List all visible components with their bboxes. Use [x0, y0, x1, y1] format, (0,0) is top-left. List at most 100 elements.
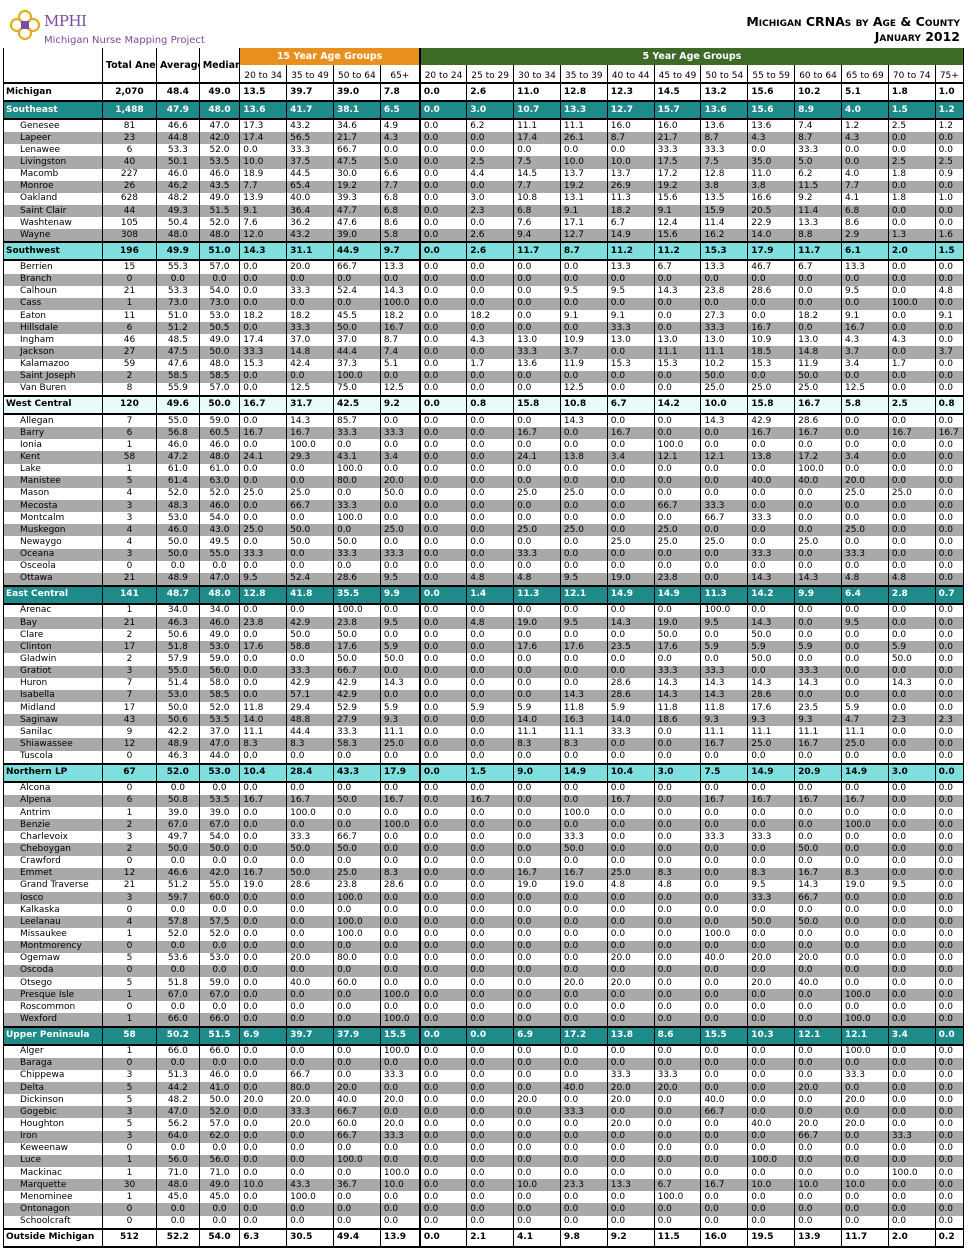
table-cell: 30.0: [332, 168, 381, 181]
county-row: Baraga 0 0.0 0.0 0.0 0.0 0.0 0.0 0.0 0.0 0.0 0.0 0.0…: [3, 1057, 965, 1070]
table-cell: 0.0: [466, 382, 515, 396]
table-cell: 3: [101, 1069, 158, 1082]
table-cell: 0.0: [747, 1044, 796, 1058]
table-cell: 50.0: [700, 370, 749, 383]
table-cell: 48.0: [198, 100, 241, 120]
table-cell: 1: [101, 989, 158, 1002]
table-cell: 19.5: [747, 1227, 796, 1248]
table-cell: 0.0: [418, 475, 468, 488]
table-cell: 0.0: [418, 394, 468, 415]
table-cell: 0: [101, 1057, 158, 1070]
table-cell: 0.0: [286, 463, 334, 476]
table-cell: 57.1: [286, 689, 334, 703]
table-cell: 0.0: [840, 940, 889, 953]
county-row: Clinton 17 51.8 53.0 17.6 58.8 17.6 5.9 0.0 0.0 17…: [3, 641, 965, 654]
table-cell: 0.0: [559, 273, 608, 286]
table-cell: 45.0: [156, 1191, 200, 1204]
table-cell: 51.0: [198, 241, 241, 262]
table-cell: 0.0: [332, 940, 381, 953]
table-cell: 13.3: [559, 100, 608, 120]
table-cell: 57.8: [156, 916, 200, 929]
table-cell: 0.0: [466, 1057, 515, 1070]
table-cell: 0.0: [747, 665, 796, 678]
table-cell: 0.0: [466, 1118, 515, 1131]
table-cell: 20.0: [794, 1081, 842, 1095]
table-cell: 0.0: [700, 940, 749, 953]
table-cell: 0.0: [418, 807, 468, 820]
table-cell: 0.0: [418, 603, 468, 618]
table-cell: 4.3: [747, 132, 796, 145]
table-cell: 9.1: [559, 309, 608, 323]
table-cell: 33.3: [239, 548, 288, 561]
table-cell: 0.0: [239, 904, 288, 917]
table-cell: 0.0: [840, 439, 889, 452]
table-cell: 12.1: [700, 451, 749, 464]
crna-age-table: Total Anesthetists Average Age Median Ag…: [3, 48, 965, 1248]
table-cell: 512: [101, 1227, 158, 1248]
table-cell: 53.3: [156, 144, 200, 157]
table-cell: 0.0: [747, 1142, 796, 1155]
table-cell: 0.0: [418, 322, 468, 335]
table-cell: 34.6: [332, 119, 381, 133]
county-row: Lenawee 6 53.3 52.0 0.0 33.3 66.7 0.0 0.0 0.0 0.0 0…: [3, 144, 965, 157]
table-cell: 0.0: [513, 807, 561, 820]
table-cell: 52.0: [198, 217, 241, 230]
table-cell: 49.3: [156, 204, 200, 218]
table-cell: 9.5: [700, 617, 749, 630]
table-cell: 0.0: [653, 560, 702, 573]
table-cell: 0.0: [559, 499, 608, 513]
table-cell: 0.0: [747, 964, 796, 977]
table-cell: 0.0: [794, 617, 842, 630]
table-cell: 0.0: [286, 904, 334, 917]
table-cell: 0.0: [239, 273, 288, 286]
table-cell: 11.1: [513, 726, 561, 739]
table-cell: 5: [101, 475, 158, 488]
table-cell: 4: [101, 536, 158, 549]
county-name: Grand Traverse: [3, 879, 103, 893]
county-name: Otsego: [3, 977, 103, 990]
table-cell: 0.0: [934, 322, 965, 335]
county-name: Barry: [3, 427, 103, 440]
table-cell: 38.1: [332, 100, 381, 120]
table-cell: 14.2: [747, 584, 796, 605]
table-cell: 56.2: [156, 1118, 200, 1131]
county-row: Benzie 2 67.0 67.0 0.0 0.0 0.0 100.0 0.0 0.0 0.0 0.…: [3, 819, 965, 832]
table-cell: 0.0: [934, 794, 965, 808]
table-cell: 0.0: [700, 1057, 749, 1070]
table-cell: 12.1: [653, 451, 702, 464]
table-cell: 0.0: [286, 964, 334, 977]
table-cell: 0.0: [379, 439, 421, 452]
county-name: Newaygo: [3, 536, 103, 549]
table-cell: 40.0: [794, 475, 842, 488]
table-cell: 0.0: [418, 977, 468, 990]
county-name: Iron: [3, 1130, 103, 1143]
table-cell: 46.0: [156, 168, 200, 181]
table-cell: 5.9: [466, 702, 515, 715]
county-row: Calhoun 21 53.3 54.0 0.0 33.3 52.4 14.3 0.0 0.0 0.…: [3, 285, 965, 298]
county-name: Antrim: [3, 807, 103, 820]
table-cell: 66.7: [332, 831, 381, 844]
age-col-header: 65+: [379, 65, 421, 84]
region-name: Upper Peninsula: [3, 1025, 103, 1046]
table-cell: 53.6: [156, 952, 200, 965]
table-cell: 0.0: [794, 1057, 842, 1070]
table-cell: 0.0: [606, 1154, 655, 1167]
table-cell: 4.8: [466, 572, 515, 586]
table-cell: 0.0: [606, 964, 655, 977]
table-cell: 42.9: [286, 617, 334, 630]
table-cell: 42.9: [332, 689, 381, 703]
table-cell: 3.8: [747, 180, 796, 193]
table-cell: 0.0: [379, 1215, 421, 1229]
table-cell: 40.0: [794, 977, 842, 990]
county-name: Huron: [3, 677, 103, 690]
county-name: Isabella: [3, 689, 103, 703]
table-cell: 0.0: [934, 916, 965, 929]
table-cell: 20.0: [379, 1094, 421, 1107]
table-cell: 10.0: [559, 156, 608, 169]
table-cell: 46.3: [156, 750, 200, 764]
table-cell: 0.0: [794, 855, 842, 868]
table-cell: 0.0: [418, 132, 468, 145]
table-cell: 0.0: [794, 964, 842, 977]
table-cell: 0.0: [239, 964, 288, 977]
table-cell: 0.0: [887, 536, 936, 549]
